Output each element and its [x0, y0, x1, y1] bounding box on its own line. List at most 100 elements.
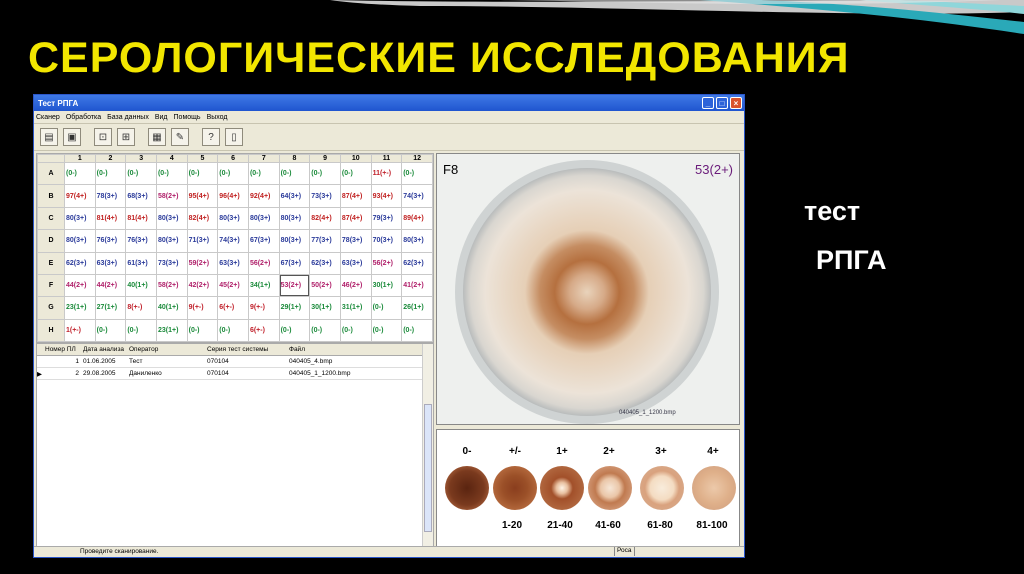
plate-well-cell[interactable]: 93(4+) — [370, 184, 403, 208]
plate-well-cell[interactable]: 26(1+) — [401, 296, 433, 320]
menu-view[interactable]: Вид — [155, 114, 168, 121]
col-header-plate-number[interactable]: Номер ПЛ — [45, 346, 83, 353]
plate-well-cell[interactable]: 79(3+) — [370, 206, 403, 231]
plate-well-cell[interactable]: (0-) — [94, 161, 127, 186]
plate-well-cell[interactable]: 8(+-) — [125, 296, 157, 320]
plate-well-cell[interactable]: 74(3+) — [217, 229, 249, 253]
plate-well-cell[interactable]: 74(3+) — [401, 184, 433, 208]
plate-well-cell[interactable]: (0-) — [247, 161, 280, 186]
plate-well-cell[interactable]: 6(+-) — [217, 296, 249, 320]
menu-scanner[interactable]: Сканер — [36, 114, 60, 121]
plate-well-cell[interactable]: (0-) — [217, 161, 249, 186]
records-scrollbar[interactable] — [422, 344, 433, 548]
info-button[interactable]: ▯ — [225, 128, 243, 146]
plate-well-cell[interactable]: (0-) — [339, 318, 372, 343]
select-plate-button[interactable]: ⊞ — [117, 128, 135, 146]
plate-well-cell[interactable]: 80(3+) — [217, 206, 249, 231]
plate-well-cell[interactable]: 40(1+) — [125, 273, 157, 298]
plate-well-cell[interactable]: 23(1+) — [64, 296, 96, 320]
plate-well-cell[interactable]: 78(3+) — [94, 184, 127, 208]
help-button[interactable]: ? — [202, 128, 220, 146]
plate-well-cell[interactable]: (0-) — [186, 161, 219, 186]
plate-well-cell[interactable]: 6(+-) — [247, 318, 280, 343]
plate-well-cell[interactable]: 61(3+) — [125, 251, 157, 275]
save-button[interactable]: ▣ — [63, 128, 81, 146]
col-header-series[interactable]: Серия тест системы — [207, 346, 289, 353]
plate-well-cell[interactable]: (0-) — [309, 161, 341, 186]
plate-well-cell[interactable]: 62(3+) — [401, 251, 433, 275]
plate-well-cell[interactable]: (0-) — [125, 161, 157, 186]
plate-well-cell[interactable]: 71(3+) — [186, 229, 219, 253]
plate-well-cell[interactable]: 23(1+) — [155, 318, 188, 343]
plate-well-cell[interactable]: 58(2+) — [155, 184, 188, 208]
plate-well-cell[interactable]: (0-) — [339, 161, 372, 186]
plate-well-cell[interactable]: 41(2+) — [401, 273, 433, 298]
plate-well-cell[interactable]: (0-) — [401, 161, 433, 186]
table-row[interactable]: ▶ 2 29.08.2005 Даниленко 070104 040405_1… — [37, 368, 433, 380]
plate-well-cell[interactable]: (0-) — [278, 161, 311, 186]
plate-well-cell[interactable]: 92(4+) — [247, 184, 280, 208]
plate-well-cell[interactable]: 58(2+) — [155, 273, 188, 298]
plate-well-cell[interactable]: (0-) — [217, 318, 249, 343]
plate-well-cell[interactable]: 81(4+) — [125, 206, 157, 231]
plate-well-cell[interactable]: 89(4+) — [401, 206, 433, 231]
plate-well-cell[interactable]: 50(2+) — [309, 273, 341, 298]
plate-well-cell[interactable]: 63(3+) — [217, 251, 249, 275]
plate-well-cell[interactable]: 80(3+) — [278, 229, 311, 253]
plate-well-cell[interactable]: (0-) — [155, 161, 188, 186]
plate-well-cell[interactable]: 63(3+) — [94, 251, 127, 275]
plate-well-cell[interactable]: 53(2+) — [278, 273, 311, 298]
plate-well-cell[interactable]: 96(4+) — [217, 184, 249, 208]
scrollbar-thumb[interactable] — [424, 404, 432, 532]
plate-well-cell[interactable]: 87(4+) — [339, 206, 372, 231]
plate-well-cell[interactable]: 45(2+) — [217, 273, 249, 298]
plate-well-cell[interactable]: 68(3+) — [125, 184, 157, 208]
plate-well-cell[interactable]: (0-) — [94, 318, 127, 343]
plate-well-cell[interactable]: 67(3+) — [247, 229, 280, 253]
minimize-button[interactable]: _ — [702, 97, 714, 109]
menu-exit[interactable]: Выход — [207, 114, 228, 121]
plate-well-cell[interactable]: 81(4+) — [94, 206, 127, 231]
plate-well-cell[interactable]: 1(+-) — [64, 318, 96, 343]
menu-database[interactable]: База данных — [107, 114, 149, 121]
plate-well-cell[interactable]: 40(1+) — [155, 296, 188, 320]
col-header-operator[interactable]: Оператор — [129, 346, 207, 353]
plate-well-cell[interactable]: (0-) — [186, 318, 219, 343]
plate-well-cell[interactable]: 34(1+) — [247, 273, 280, 298]
plate-well-cell[interactable]: (0-) — [125, 318, 157, 343]
plate-well-cell[interactable]: 73(3+) — [309, 184, 341, 208]
plate-well-cell[interactable]: 63(3+) — [339, 251, 372, 275]
plate-well-cell[interactable]: 80(3+) — [155, 229, 188, 253]
plate-well-cell[interactable]: 56(2+) — [247, 251, 280, 275]
plate-well-cell[interactable]: (0-) — [370, 296, 403, 320]
database-button[interactable]: ▦ — [148, 128, 166, 146]
plate-well-cell[interactable]: 59(2+) — [186, 251, 219, 275]
plate-well-cell[interactable]: 73(3+) — [155, 251, 188, 275]
plate-well-cell[interactable]: 80(3+) — [278, 206, 311, 231]
plate-well-cell[interactable]: 64(3+) — [278, 184, 311, 208]
plate-well-cell[interactable]: 82(4+) — [309, 206, 341, 231]
plate-well-cell[interactable]: 9(+-) — [186, 296, 219, 320]
report-button[interactable]: ✎ — [171, 128, 189, 146]
col-header-date[interactable]: Дата анализа — [83, 346, 129, 353]
plate-well-cell[interactable]: (0-) — [309, 318, 341, 343]
plate-well-cell[interactable]: 46(2+) — [339, 273, 372, 298]
plate-well-cell[interactable]: 29(1+) — [278, 296, 311, 320]
plate-well-cell[interactable]: 31(1+) — [339, 296, 372, 320]
plate-well-cell[interactable]: (0-) — [370, 318, 403, 343]
plate-well-cell[interactable]: 30(1+) — [370, 273, 403, 298]
plate-well-cell[interactable]: 67(3+) — [278, 251, 311, 275]
table-row[interactable]: 1 01.06.2005 Тест 070104 040405_4.bmp — [37, 356, 433, 368]
plate-well-cell[interactable]: 44(2+) — [94, 273, 127, 298]
plate-well-cell[interactable]: 42(2+) — [186, 273, 219, 298]
plate-well-cell[interactable]: 82(4+) — [186, 206, 219, 231]
plate-well-cell[interactable]: 87(4+) — [339, 184, 372, 208]
plate-well-cell[interactable]: 78(3+) — [339, 229, 372, 253]
plate-well-cell[interactable]: 9(+-) — [247, 296, 280, 320]
plate-well-cell[interactable]: 80(3+) — [401, 229, 433, 253]
select-well-button[interactable]: ⊡ — [94, 128, 112, 146]
plate-well-cell[interactable]: (0-) — [278, 318, 311, 343]
plate-well-cell[interactable]: 70(3+) — [370, 229, 403, 253]
scan-button[interactable]: ▤ — [40, 128, 58, 146]
col-header-file[interactable]: Файл — [289, 346, 393, 353]
